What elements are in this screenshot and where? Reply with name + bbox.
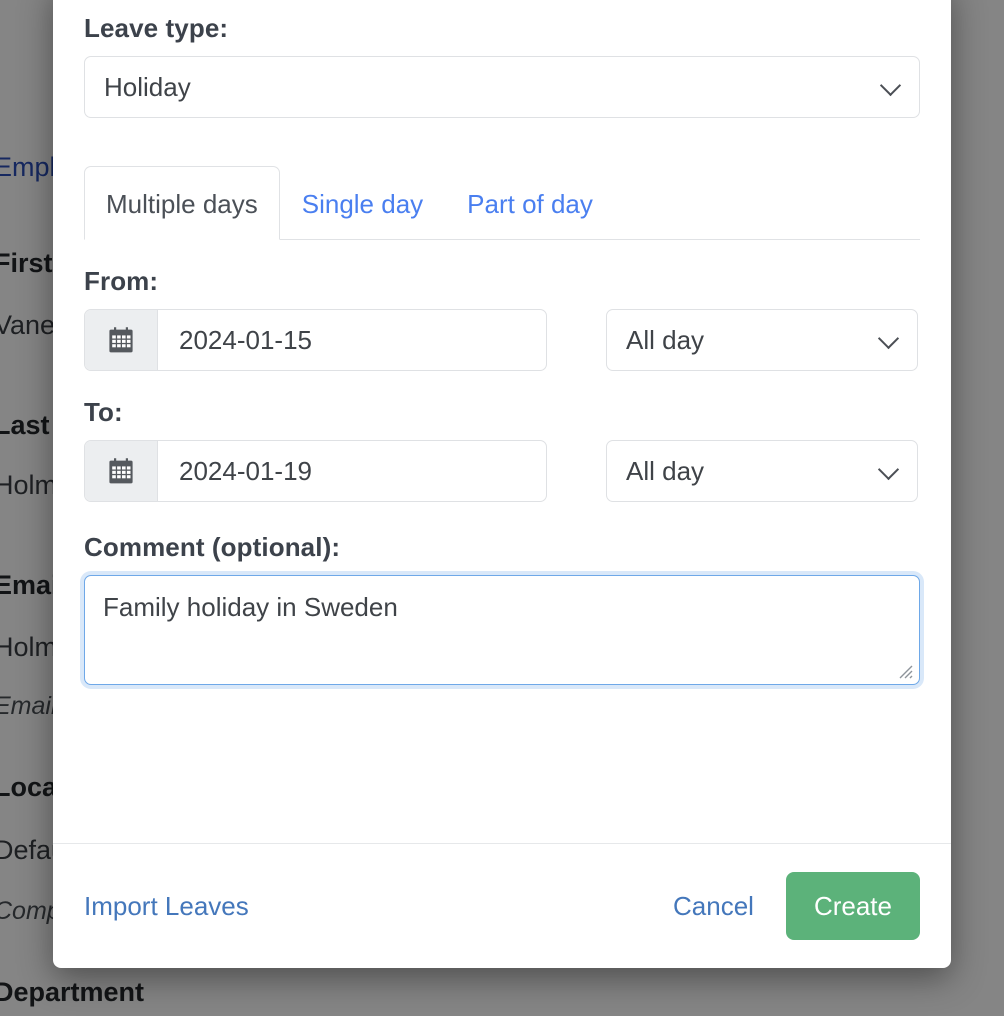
calendar-icon	[109, 327, 133, 353]
to-day-part-value: All day	[626, 455, 705, 486]
comment-label: Comment (optional):	[84, 532, 341, 562]
chevron-down-icon	[880, 462, 897, 479]
dialog-body: Leave type: Holiday Multiple days Single…	[53, 0, 951, 843]
tab-multiple-days-label: Multiple days	[106, 189, 258, 219]
calendar-icon	[109, 458, 133, 484]
tab-part-of-day-label: Part of day	[467, 189, 593, 219]
to-date-input-group	[84, 440, 547, 502]
dialog-footer: Import Leaves Cancel Create	[53, 843, 951, 968]
duration-tabs: Multiple days Single day Part of day	[84, 152, 920, 240]
chevron-down-icon	[882, 78, 899, 95]
footer-actions: Cancel Create	[673, 872, 920, 940]
cancel-button[interactable]: Cancel	[673, 891, 754, 922]
to-calendar-button[interactable]	[85, 441, 158, 501]
leave-type-value: Holiday	[104, 71, 191, 102]
from-group: From: 2024-01-15 All day	[84, 266, 920, 371]
create-button[interactable]: Create	[785, 872, 920, 940]
from-date-input[interactable]	[158, 310, 546, 370]
tab-multiple-days[interactable]: Multiple days	[84, 166, 280, 240]
from-calendar-button[interactable]	[85, 310, 158, 370]
comment-group: Comment (optional):	[84, 532, 920, 685]
from-label: From:	[84, 266, 159, 296]
from-row: All day	[84, 309, 920, 371]
from-day-part-select[interactable]: All day	[606, 309, 918, 371]
to-group: To: 2024-01-19 All day	[84, 397, 920, 502]
to-day-part-select[interactable]: All day	[606, 440, 918, 502]
chevron-down-icon	[880, 331, 897, 348]
leave-type-label: Leave type:	[84, 13, 229, 43]
leave-request-dialog: Leave type: Holiday Multiple days Single…	[53, 0, 951, 968]
from-day-part-value: All day	[626, 324, 705, 355]
from-date-input-group	[84, 309, 547, 371]
tab-part-of-day[interactable]: Part of day	[445, 166, 615, 240]
tab-single-day[interactable]: Single day	[280, 166, 445, 240]
to-row: All day	[84, 440, 920, 502]
leave-type-select[interactable]: Holiday	[84, 56, 920, 118]
to-date-input[interactable]	[158, 441, 546, 501]
to-label: To:	[84, 397, 123, 427]
comment-textarea[interactable]	[84, 575, 920, 685]
tab-single-day-label: Single day	[301, 189, 424, 219]
import-leaves-link[interactable]: Import Leaves	[84, 891, 249, 922]
